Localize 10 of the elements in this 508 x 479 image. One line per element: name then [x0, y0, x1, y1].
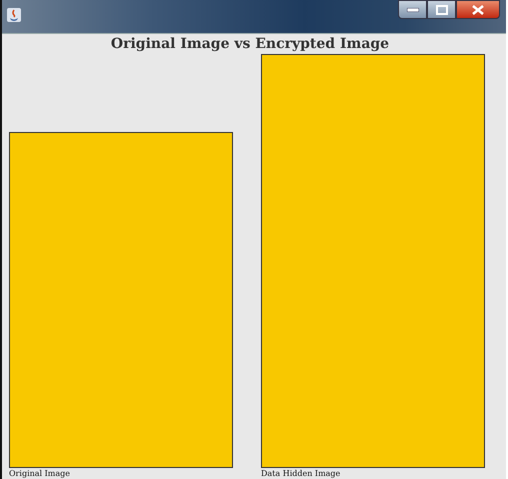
close-button[interactable]: [456, 0, 500, 19]
bar-label: Original Image: [9, 468, 72, 479]
maximize-button[interactable]: [427, 0, 456, 19]
app-icon: [7, 8, 21, 22]
minimize-button[interactable]: [398, 0, 427, 19]
bar-label: Data Hidden Image: [261, 468, 342, 479]
chart-title: Original Image vs Encrypted Image: [110, 35, 390, 54]
maximize-icon: [436, 4, 448, 14]
close-icon: [472, 4, 484, 14]
minimize-icon: [406, 8, 418, 12]
